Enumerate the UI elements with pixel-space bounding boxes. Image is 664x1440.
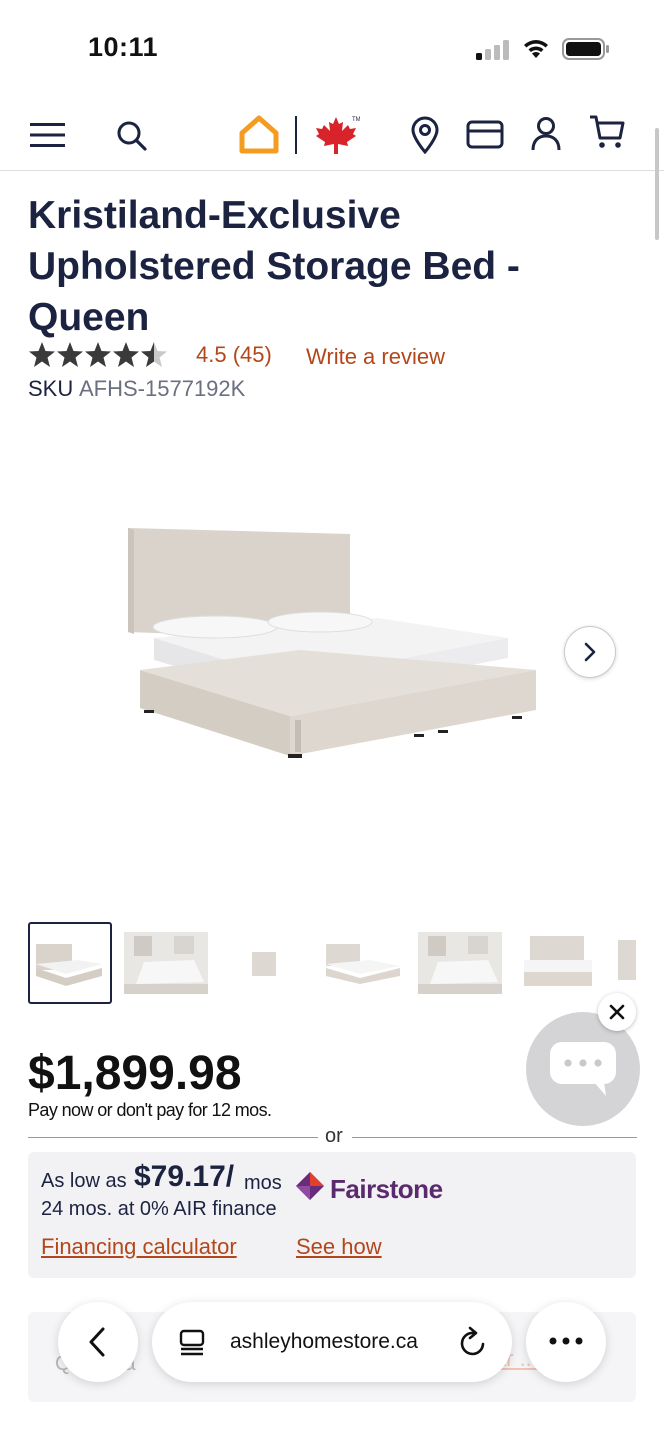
star-full-icon xyxy=(29,342,55,367)
chevron-left-icon xyxy=(89,1327,105,1357)
gallery-thumbnail[interactable] xyxy=(614,922,638,1002)
chat-icon xyxy=(550,1042,616,1096)
financing-calculator-link[interactable]: Financing calculator xyxy=(41,1234,237,1260)
logo-divider xyxy=(295,116,297,154)
page-tabs-icon[interactable] xyxy=(178,1328,206,1356)
divider-line xyxy=(28,1137,318,1138)
browser-more-button[interactable] xyxy=(526,1302,606,1382)
home-logo-icon[interactable] xyxy=(238,114,280,154)
page-scrollbar[interactable] xyxy=(655,128,659,240)
reload-icon[interactable] xyxy=(458,1326,488,1358)
url-text: ashleyhomestore.ca xyxy=(230,1330,418,1353)
divider-line xyxy=(352,1137,637,1138)
trademark-mark: TM xyxy=(352,117,360,123)
see-how-link[interactable]: See how xyxy=(296,1234,382,1260)
chevron-right-icon xyxy=(584,642,596,662)
more-dots-icon xyxy=(549,1337,583,1345)
or-separator: or xyxy=(325,1125,343,1147)
wifi-icon xyxy=(524,40,548,58)
site-header: TM xyxy=(0,96,664,171)
credit-card-icon[interactable] xyxy=(466,120,504,150)
product-title: Kristiland-Exclusive Upholstered Storage… xyxy=(28,194,520,339)
sku-label: SKU xyxy=(28,376,74,401)
rating-stars xyxy=(29,342,167,367)
product-main-image[interactable] xyxy=(120,520,550,770)
monthly-payment: $79.17/ xyxy=(134,1160,235,1193)
maple-leaf-icon: TM xyxy=(316,117,360,154)
cellular-signal-icon xyxy=(476,40,509,60)
fairstone-brand-text: Fairstone xyxy=(330,1174,443,1204)
gallery-thumbnails xyxy=(28,922,638,1004)
gallery-thumbnail[interactable] xyxy=(320,922,402,1002)
write-review-link[interactable]: Write a review xyxy=(306,344,445,370)
cart-icon[interactable] xyxy=(588,114,626,150)
fairstone-diamond-icon xyxy=(296,1172,324,1200)
account-icon[interactable] xyxy=(530,116,562,152)
rating-text[interactable]: 4.5 (45) xyxy=(196,342,272,368)
browser-address-bar[interactable]: ashleyhomestore.ca xyxy=(152,1302,512,1382)
chat-close-button[interactable] xyxy=(598,993,636,1031)
gallery-thumbnail[interactable] xyxy=(124,922,208,1002)
gallery-thumbnail[interactable] xyxy=(28,922,112,1004)
star-full-icon xyxy=(57,342,83,367)
pay-later-note: Pay now or don't pay for 12 mos. xyxy=(28,1100,272,1120)
gallery-thumbnail[interactable] xyxy=(516,922,598,1002)
hamburger-menu-icon[interactable] xyxy=(30,122,66,148)
fairstone-logo: Fairstone xyxy=(294,1170,454,1210)
battery-icon xyxy=(562,38,609,60)
financing-terms: 24 mos. at 0% AIR finance xyxy=(41,1198,277,1220)
location-pin-icon[interactable] xyxy=(410,116,440,154)
close-icon xyxy=(609,1004,625,1020)
gallery-thumbnail[interactable] xyxy=(222,922,304,1002)
star-full-icon xyxy=(85,342,111,367)
gallery-thumbnail[interactable] xyxy=(418,922,502,1002)
search-icon[interactable] xyxy=(116,120,148,152)
product-price: $1,899.98 xyxy=(28,1047,242,1100)
sku-value: AFHS-1577192K xyxy=(79,376,246,401)
browser-back-button[interactable] xyxy=(58,1302,138,1382)
monthly-unit: mos xyxy=(244,1172,282,1194)
as-low-as-label: As low as xyxy=(41,1170,127,1192)
star-full-icon xyxy=(113,342,139,367)
gallery-next-button[interactable] xyxy=(564,626,616,678)
status-time: 10:11 xyxy=(88,32,159,62)
